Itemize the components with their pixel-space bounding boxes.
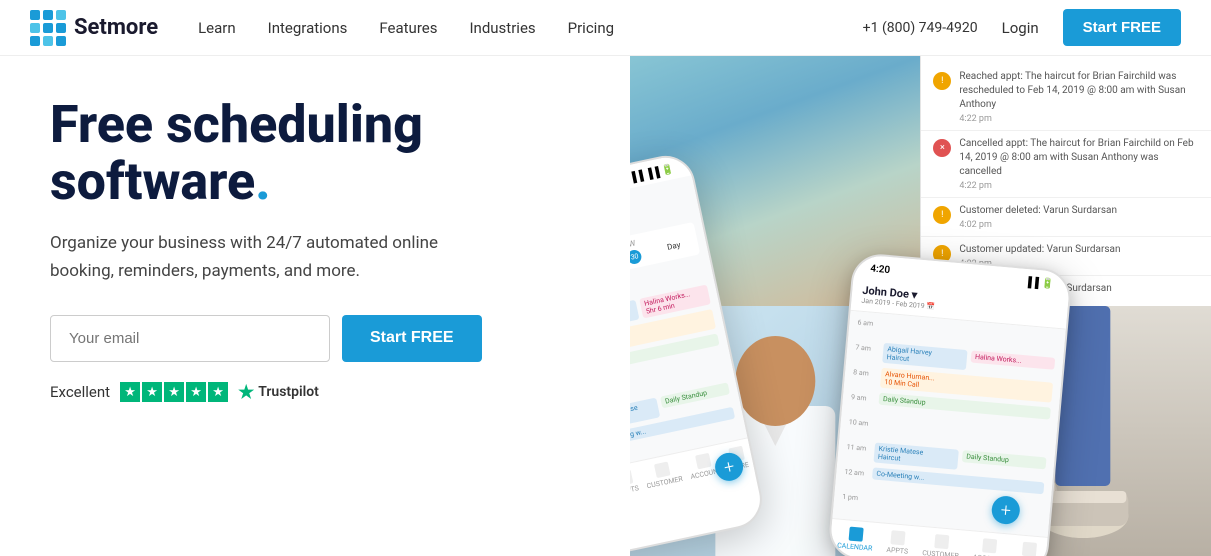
nav-integrations[interactable]: Integrations: [268, 19, 348, 37]
email-cta-row: Start FREE: [50, 315, 600, 362]
front-indicators: ▐▐ 🔋: [1024, 277, 1054, 290]
notif-cancelled-icon: ×: [933, 139, 951, 157]
trustpilot-logo: ★ Trustpilot: [238, 382, 319, 403]
nav-right: +1 (800) 749-4920 Login Start FREE: [863, 9, 1181, 46]
trustpilot-star-icon: ★: [238, 382, 254, 403]
hero-title-line2: software: [50, 151, 255, 212]
phone-number: +1 (800) 749-4920: [863, 20, 978, 36]
main-content: Free scheduling software. Organize your …: [0, 56, 1211, 556]
start-free-nav-button[interactable]: Start FREE: [1063, 9, 1181, 46]
nav-industries[interactable]: Industries: [469, 19, 535, 37]
front-customer-label: CUSTOMER: [922, 549, 959, 556]
front-appt-abigail: Abigail HarveyHaircut: [882, 343, 967, 370]
front-kristie: Kristie MateseHaircut: [873, 442, 958, 469]
front-more-icon: [1022, 542, 1037, 556]
brand-name: Setmore: [74, 15, 158, 40]
appts-nav-icon: [630, 469, 634, 486]
start-free-button[interactable]: Start FREE: [342, 315, 482, 362]
notif-deleted-content: Customer deleted: Varun Surdarsan 4:02 p…: [959, 204, 1117, 230]
front-time: 4:20: [870, 263, 891, 276]
front-account-icon: [982, 538, 997, 553]
front-nav-customer[interactable]: CUSTOMER: [922, 533, 961, 556]
front-nav-more[interactable]: MORE: [1018, 542, 1039, 556]
trustpilot-label: Trustpilot: [258, 384, 319, 400]
front-appts-label: APPTS: [886, 546, 908, 556]
customer-nav-icon: [653, 462, 670, 479]
notif-cancelled-time: 4:22 pm: [959, 181, 1199, 191]
notif-deleted: ! Customer deleted: Varun Surdarsan 4:02…: [921, 198, 1211, 237]
hero-title-line1: Free scheduling: [50, 94, 423, 155]
front-time-7am: 7 am: [855, 340, 880, 353]
front-nav-account[interactable]: ACCOUNT: [972, 537, 1006, 556]
nav-features[interactable]: Features: [379, 19, 437, 37]
date-30-today: 30: [630, 249, 643, 266]
hero-left-panel: Free scheduling software. Organize your …: [0, 56, 630, 556]
nav-links: Learn Integrations Features Industries P…: [198, 19, 863, 37]
front-time-1pm: 1 pm: [842, 490, 867, 503]
notif-cancelled-content: Cancelled appt: The haircut for Brian Fa…: [959, 137, 1199, 191]
front-schedule: 6 am 7 am Abigail HarveyHaircut Halina W…: [832, 311, 1065, 537]
logo[interactable]: Setmore: [30, 10, 158, 46]
phone-front-frame: 4:20 ▐▐ 🔋 John Doe ▾ Jan 2019 - Feb 2019…: [827, 252, 1053, 556]
front-appts-icon: [891, 530, 906, 545]
star-5: ★: [208, 382, 228, 402]
front-calendar-icon: [848, 527, 863, 542]
star-3: ★: [164, 382, 184, 402]
star-2: ★: [142, 382, 162, 402]
notif-reached-icon: !: [933, 72, 951, 90]
front-time-11am: 11 am: [846, 440, 871, 453]
notif-deleted-icon: !: [933, 206, 951, 224]
navbar: Setmore Learn Integrations Features Indu…: [0, 0, 1211, 56]
hero-right-panel: ! Reached appt: The haircut for Brian Fa…: [630, 56, 1211, 556]
front-customer-icon: [934, 534, 949, 549]
front-time-9am: 9 am: [850, 390, 875, 403]
notif-reached: ! Reached appt: The haircut for Brian Fa…: [921, 64, 1211, 131]
account-nav-icon: [695, 453, 712, 470]
star-4: ★: [186, 382, 206, 402]
notif-reached-time: 4:22 pm: [959, 114, 1199, 124]
nav-pricing[interactable]: Pricing: [568, 19, 614, 37]
front-calendar-label: CALENDAR: [837, 542, 873, 553]
email-input[interactable]: [50, 315, 330, 362]
notif-updated-text: Customer updated: Varun Surdarsan: [959, 243, 1120, 257]
star-ratings: ★ ★ ★ ★ ★: [120, 382, 228, 402]
front-time-6am: 6 am: [857, 315, 882, 328]
notif-reached-content: Reached appt: The haircut for Brian Fair…: [959, 70, 1199, 124]
star-1: ★: [120, 382, 140, 402]
nav-appts-label: APPTS: [630, 484, 640, 496]
login-link[interactable]: Login: [1002, 19, 1039, 37]
front-time-8am: 8 am: [853, 365, 878, 378]
notif-reached-text: Reached appt: The haircut for Brian Fair…: [959, 70, 1199, 112]
front-time-10am: 10 am: [848, 415, 873, 428]
trustpilot-row: Excellent ★ ★ ★ ★ ★ ★ Trustpilot: [50, 382, 600, 403]
notif-deleted-text: Customer deleted: Varun Surdarsan: [959, 204, 1117, 218]
trust-label: Excellent: [50, 383, 110, 401]
front-time-12am: 12 am: [844, 465, 869, 478]
phone-front-screen: 4:20 ▐▐ 🔋 John Doe ▾ Jan 2019 - Feb 2019…: [827, 252, 1073, 556]
notif-cancelled-text: Cancelled appt: The haircut for Brian Fa…: [959, 137, 1199, 179]
hero-title-dot: .: [255, 151, 270, 212]
notif-deleted-time: 4:02 pm: [959, 220, 1117, 230]
setmore-logo-icon: [30, 10, 66, 46]
hero-subtitle: Organize your business with 24/7 automat…: [50, 230, 470, 284]
nav-customer[interactable]: CUSTOMER: [642, 459, 683, 490]
front-nav-calendar[interactable]: CALENDAR: [837, 526, 874, 553]
front-nav-appts[interactable]: APPTS: [886, 530, 910, 556]
hero-title: Free scheduling software.: [50, 96, 600, 210]
nav-customer-label: CUSTOMER: [646, 475, 683, 490]
nav-appts[interactable]: APPTS: [630, 469, 640, 497]
notif-cancelled: × Cancelled appt: The haircut for Brian …: [921, 131, 1211, 198]
nav-learn[interactable]: Learn: [198, 19, 236, 37]
